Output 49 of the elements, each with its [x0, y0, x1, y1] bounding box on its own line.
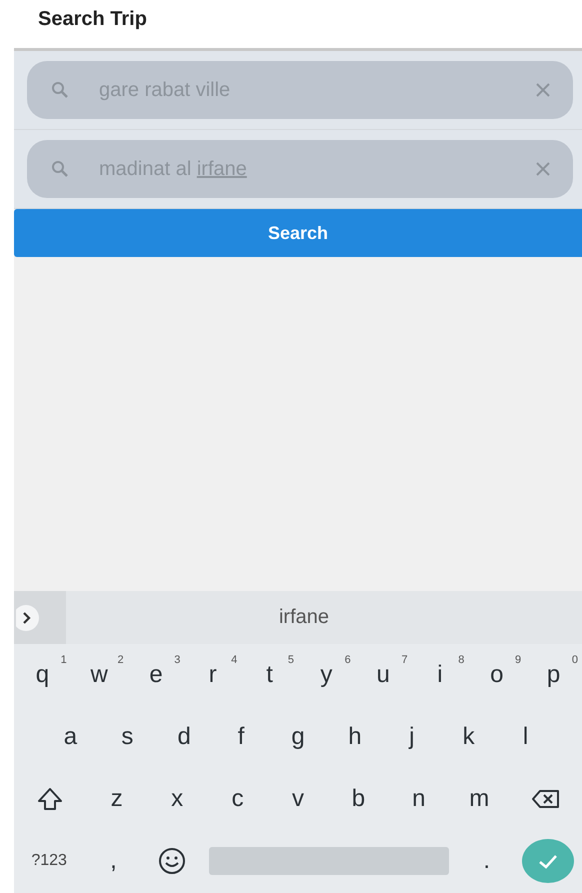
clear-button[interactable] [535, 161, 551, 177]
keyboard-key[interactable]: l [497, 708, 554, 766]
search-icon [51, 81, 69, 99]
key-number-hint: 3 [174, 654, 180, 666]
key-number-hint: 5 [288, 654, 294, 666]
search-button[interactable]: Search [14, 209, 582, 257]
keyboard-key[interactable]: m [449, 770, 510, 828]
key-number-hint: 0 [572, 654, 578, 666]
keyboard-key[interactable]: w 2 [70, 646, 128, 704]
emoji-key-icon[interactable] [156, 846, 187, 876]
keyboard-key[interactable]: k [440, 708, 498, 766]
search-icon [51, 160, 69, 178]
key-number-hint: 1 [60, 654, 67, 666]
key-number-hint: 9 [515, 654, 522, 666]
keyboard-key[interactable]: y 6 [298, 646, 355, 704]
keyboard-key[interactable]: d [156, 708, 213, 766]
key-number-hint: 2 [117, 654, 124, 666]
keyboard-key[interactable]: z [86, 770, 147, 828]
keyboard-key[interactable]: f [212, 708, 270, 766]
keyboard-key[interactable]: a [42, 708, 99, 766]
keyboard-key[interactable]: n [388, 770, 450, 828]
keyboard-key[interactable]: g [270, 708, 326, 766]
keyboard-key[interactable]: i 8 [412, 646, 468, 704]
key-number-hint: 6 [344, 654, 351, 666]
done-key[interactable] [522, 839, 574, 883]
keyboard-key[interactable]: p 0 [525, 646, 582, 704]
keyboard-key[interactable]: o 9 [468, 646, 526, 704]
keyboard-key[interactable]: r 4 [184, 646, 242, 704]
keyboard-key[interactable]: x [146, 770, 208, 828]
keyboard-key[interactable]: v [268, 770, 328, 828]
expand-toolbar-button[interactable] [14, 591, 66, 644]
keyboard-key[interactable]: , [84, 832, 143, 890]
keyboard-key[interactable]: j [383, 708, 440, 766]
key-number-hint: 8 [458, 654, 464, 666]
keyboard-key[interactable]: b [328, 770, 389, 828]
keyboard-key[interactable]: u 7 [354, 646, 412, 704]
chevron-icon [16, 604, 42, 630]
clear-button[interactable] [535, 82, 551, 98]
keyboard-key[interactable]: h [326, 708, 384, 766]
keyboard-key[interactable]: c [207, 770, 268, 828]
key-number-hint: 4 [231, 654, 238, 666]
page-title: Search Trip [37, 7, 148, 32]
keyboard-key[interactable]: t 5 [241, 646, 298, 704]
keyboard-key[interactable]: . [457, 832, 516, 890]
symbols-key[interactable]: ?123 [14, 832, 84, 890]
keyboard-key[interactable]: e 3 [128, 646, 184, 704]
keyboard-key[interactable]: q 1 [14, 646, 71, 704]
key-number-hint: 7 [401, 654, 408, 666]
keyboard-key[interactable]: s [98, 708, 156, 766]
